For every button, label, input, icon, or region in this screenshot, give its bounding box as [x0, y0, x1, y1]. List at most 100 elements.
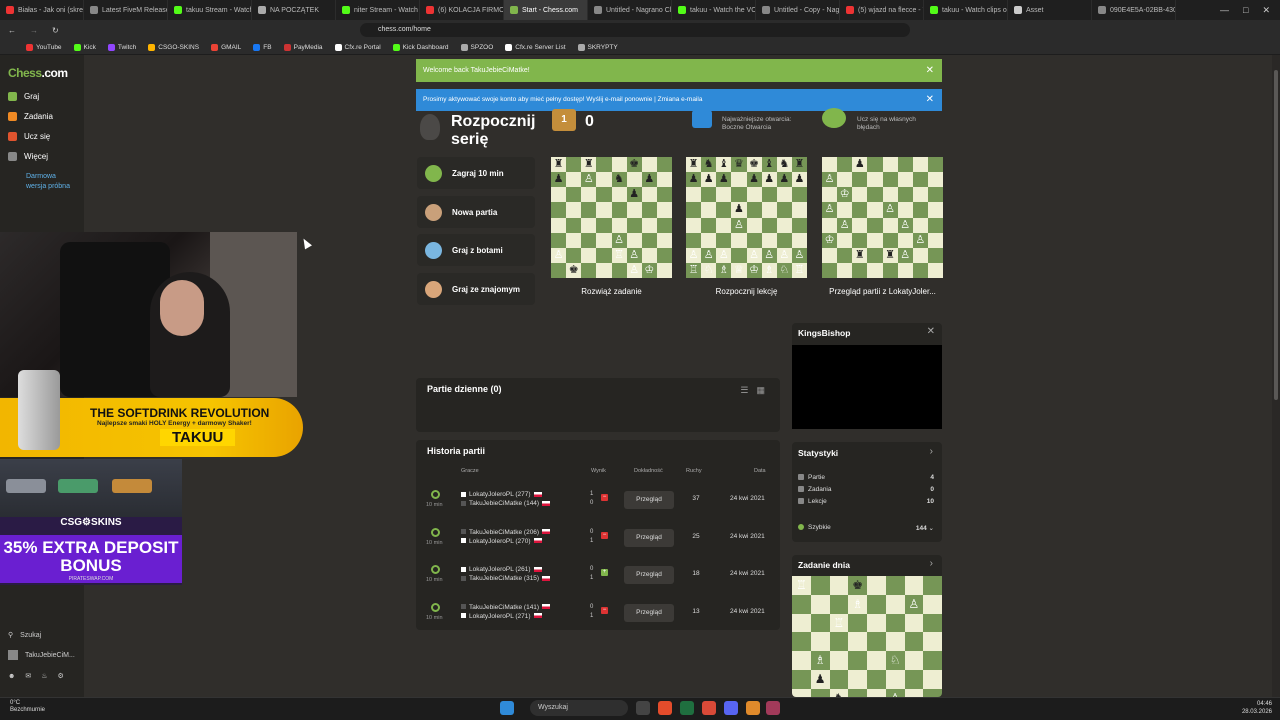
board-square[interactable] — [867, 594, 886, 614]
board-square[interactable] — [716, 202, 732, 218]
board-square[interactable] — [829, 576, 849, 595]
board-square[interactable] — [810, 594, 830, 614]
browser-tab[interactable]: Asset — [1008, 0, 1092, 20]
board-square[interactable]: ♟ — [641, 172, 657, 188]
browser-tab[interactable]: Untitled - Copy - Nag — [756, 0, 840, 20]
board-square[interactable]: ♟ — [852, 157, 868, 173]
board-square[interactable]: ♙ — [776, 247, 792, 263]
board-square[interactable] — [867, 651, 886, 670]
mail-icon[interactable]: ✉ — [25, 672, 31, 680]
bookmark-item[interactable]: Kick Dashboard — [392, 43, 449, 51]
board-square[interactable] — [761, 202, 777, 218]
review-button[interactable]: Przegląd — [624, 603, 674, 622]
board-square[interactable] — [581, 247, 597, 263]
board-square[interactable] — [852, 232, 868, 248]
chrome-icon[interactable] — [702, 701, 716, 715]
board-square[interactable] — [927, 247, 943, 263]
board-square[interactable] — [882, 187, 898, 203]
board-square[interactable] — [792, 651, 811, 670]
review-button[interactable]: Przegląd — [624, 566, 674, 584]
stat-row[interactable]: Lekcje 10 — [798, 498, 934, 505]
board-square[interactable] — [829, 632, 849, 651]
board-square[interactable]: ♚ — [746, 157, 762, 173]
board-square[interactable] — [810, 688, 830, 697]
bookmark-item[interactable]: Cfx.re Server List — [505, 43, 566, 51]
sidebar-item-0[interactable]: Graj — [8, 92, 39, 101]
board-square[interactable] — [792, 594, 811, 614]
browser-tab[interactable]: Start - Chess.com — [504, 0, 588, 20]
board-square[interactable] — [716, 187, 732, 203]
player-name[interactable]: TakuJebieCiMatke (206) — [461, 529, 551, 536]
board-square[interactable]: ♙ — [822, 202, 838, 218]
board-square[interactable] — [897, 172, 913, 188]
board-square[interactable]: ♜ — [791, 157, 807, 173]
board-square[interactable] — [776, 232, 792, 248]
board-square[interactable] — [848, 613, 867, 633]
forward-icon[interactable]: → — [30, 26, 38, 35]
board-square[interactable] — [867, 202, 883, 218]
board-square[interactable] — [867, 172, 883, 188]
bookmark-item[interactable]: PayMedia — [283, 43, 323, 51]
board-square[interactable] — [837, 157, 853, 173]
board-square[interactable] — [551, 232, 567, 248]
player-name[interactable]: TakuJebieCiMatke (141) — [461, 604, 551, 611]
board-square[interactable]: ♙ — [885, 688, 905, 697]
review-card-board[interactable]: ♟ ♙ ♔ ♙ ♙ ♙ ♙ ♔ ♙ ♜ ♜ ♙ — [822, 157, 943, 278]
board-square[interactable] — [885, 594, 905, 614]
board-square[interactable] — [596, 202, 612, 218]
board-square[interactable] — [792, 613, 811, 633]
board-square[interactable]: ♚ — [566, 262, 582, 278]
board-square[interactable] — [829, 651, 849, 670]
minimize-icon[interactable]: — — [1220, 5, 1229, 15]
board-square[interactable] — [581, 187, 597, 203]
board-square[interactable] — [596, 262, 612, 278]
sidebar-item-3[interactable]: Więcej — [8, 152, 48, 161]
board-square[interactable] — [867, 157, 883, 173]
chess-logo[interactable]: Chess.com — [8, 66, 68, 80]
board-square[interactable] — [656, 247, 672, 263]
board-square[interactable] — [611, 262, 627, 278]
board-square[interactable] — [822, 157, 838, 173]
board-square[interactable]: ♜ — [686, 157, 702, 173]
board-square[interactable] — [791, 187, 807, 203]
board-square[interactable] — [566, 187, 582, 203]
stats-panel[interactable]: Statystyki › Partie 4 Zadania 0 Lekcje 10 Szy… — [792, 442, 942, 542]
board-square[interactable] — [837, 232, 853, 248]
board-square[interactable]: ♙ — [912, 232, 928, 248]
board-square[interactable] — [641, 187, 657, 203]
board-square[interactable] — [912, 217, 928, 233]
board-square[interactable] — [776, 217, 792, 233]
board-square[interactable] — [867, 632, 886, 651]
board-square[interactable] — [822, 247, 838, 263]
board-square[interactable] — [923, 669, 942, 689]
board-square[interactable] — [885, 669, 905, 689]
board-square[interactable] — [904, 613, 924, 633]
board-square[interactable] — [885, 632, 905, 651]
board-square[interactable] — [923, 651, 942, 670]
board-square[interactable] — [882, 172, 898, 188]
system-clock[interactable]: 04:46 28.03.2026 — [1226, 700, 1272, 716]
board-square[interactable]: ♔ — [837, 187, 853, 203]
card-caption-puzzle[interactable]: Rozwiąż zadanie — [551, 287, 672, 296]
board-square[interactable] — [761, 217, 777, 233]
grid-view-icon[interactable]: ▦ — [756, 385, 765, 396]
board-square[interactable]: ♞ — [611, 172, 627, 188]
board-square[interactable] — [848, 669, 867, 689]
board-square[interactable]: ♘ — [885, 651, 905, 670]
board-square[interactable]: ♙ — [882, 202, 898, 218]
app-icon[interactable] — [680, 701, 694, 715]
play-button-0[interactable]: Zagraj 10 min — [417, 157, 535, 189]
board-square[interactable] — [897, 187, 913, 203]
board-square[interactable]: ♟ — [686, 172, 702, 188]
board-square[interactable] — [867, 187, 883, 203]
board-square[interactable] — [611, 187, 627, 203]
review-button[interactable]: Przegląd — [624, 491, 674, 509]
board-square[interactable]: ♗ — [848, 594, 867, 614]
browser-tab[interactable]: takuu Stream - Watch — [168, 0, 252, 20]
board-square[interactable] — [792, 669, 811, 689]
board-square[interactable] — [848, 632, 867, 651]
board-square[interactable] — [566, 172, 582, 188]
board-square[interactable] — [716, 232, 732, 248]
bookmark-item[interactable]: YouTube — [26, 43, 62, 51]
board-square[interactable] — [810, 632, 830, 651]
